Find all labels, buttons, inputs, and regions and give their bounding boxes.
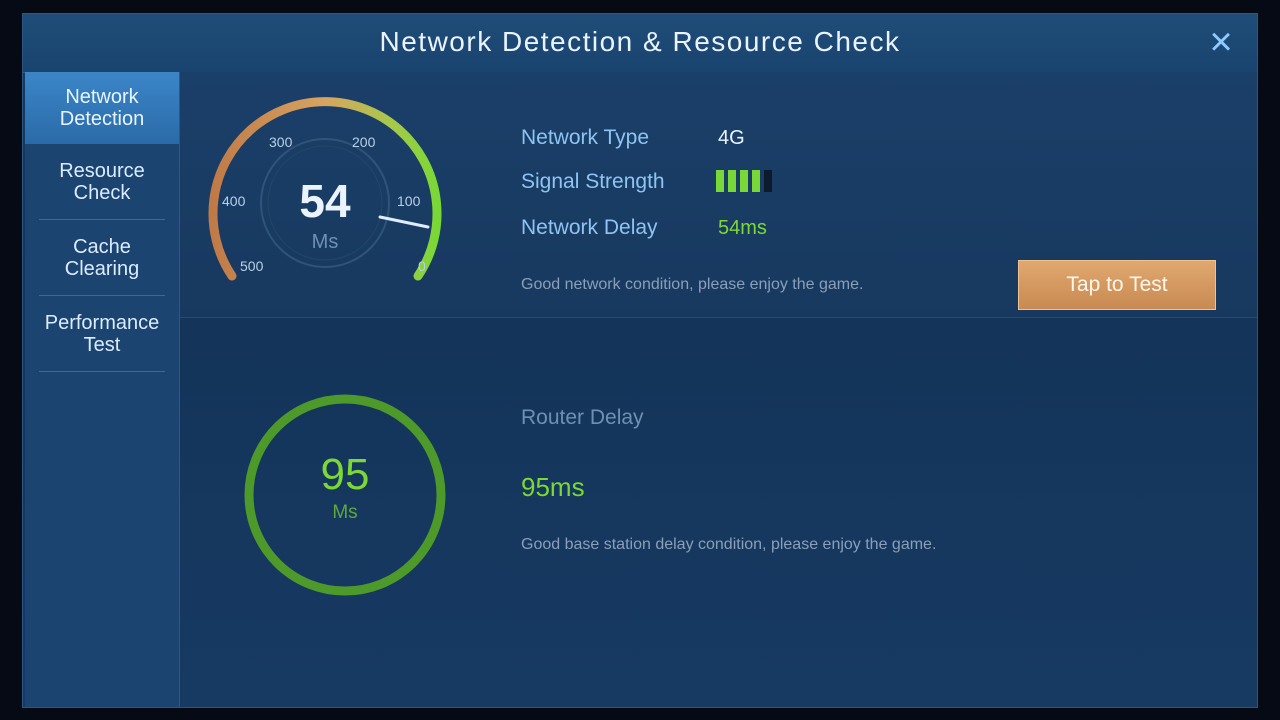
tap-to-test-button[interactable]: Tap to Test xyxy=(1018,260,1216,310)
divider xyxy=(39,371,165,372)
signal-bar-empty xyxy=(764,170,772,192)
signal-bar xyxy=(716,170,724,192)
sidebar-item-label: Performance Test xyxy=(44,312,160,356)
signal-bar xyxy=(740,170,748,192)
latency-gauge: 500 400 300 200 100 0 54 Ms xyxy=(200,86,450,301)
sidebar-item-label: Cache Clearing xyxy=(64,236,140,280)
sidebar-item-label: Resource Check xyxy=(59,160,145,204)
signal-strength-label: Signal Strength xyxy=(521,170,665,193)
sidebar-item-cache-clearing[interactable]: Cache Clearing xyxy=(25,220,179,296)
network-delay-label: Network Delay xyxy=(521,216,658,239)
dialog-title: Network Detection & Resource Check xyxy=(379,26,901,57)
gauge-tick-label: 200 xyxy=(352,134,376,150)
network-section: 500 400 300 200 100 0 54 Ms Network Type… xyxy=(180,72,1257,318)
router-ring-value: 95 xyxy=(320,450,370,499)
signal-bar xyxy=(752,170,760,192)
router-ring-unit: Ms xyxy=(332,502,358,523)
network-type-label: Network Type xyxy=(521,126,649,149)
sidebar-item-network-detection[interactable]: Network Detection xyxy=(25,72,179,144)
gauge-unit: Ms xyxy=(311,231,339,253)
network-dialog: Network Detection & Resource Check × Net… xyxy=(22,13,1258,708)
sidebar-item-resource-check[interactable]: Resource Check xyxy=(25,144,179,220)
close-icon[interactable]: × xyxy=(1201,22,1241,62)
network-type-value: 4G xyxy=(718,127,745,149)
gauge-tick-label: 500 xyxy=(240,258,264,274)
signal-strength-meter xyxy=(716,170,772,192)
signal-bar xyxy=(728,170,736,192)
main-content: 500 400 300 200 100 0 54 Ms Network Type… xyxy=(180,72,1257,707)
title-bar: Network Detection & Resource Check × xyxy=(23,14,1257,73)
router-delay-value: 95ms xyxy=(521,472,585,502)
gauge-value: 54 xyxy=(299,175,351,227)
sidebar-item-label: Network Detection xyxy=(59,86,145,130)
gauge-tick-label: 0 xyxy=(418,258,426,274)
network-delay-value: 54ms xyxy=(718,217,767,239)
router-status-note: Good base station delay condition, pleas… xyxy=(521,536,937,553)
sidebar: Network Detection Resource Check Cache C… xyxy=(25,72,180,707)
sidebar-item-performance-test[interactable]: Performance Test xyxy=(25,296,179,372)
router-delay-label: Router Delay xyxy=(521,406,644,429)
gauge-tick-label: 300 xyxy=(269,134,293,150)
network-status-note: Good network condition, please enjoy the… xyxy=(521,276,864,293)
